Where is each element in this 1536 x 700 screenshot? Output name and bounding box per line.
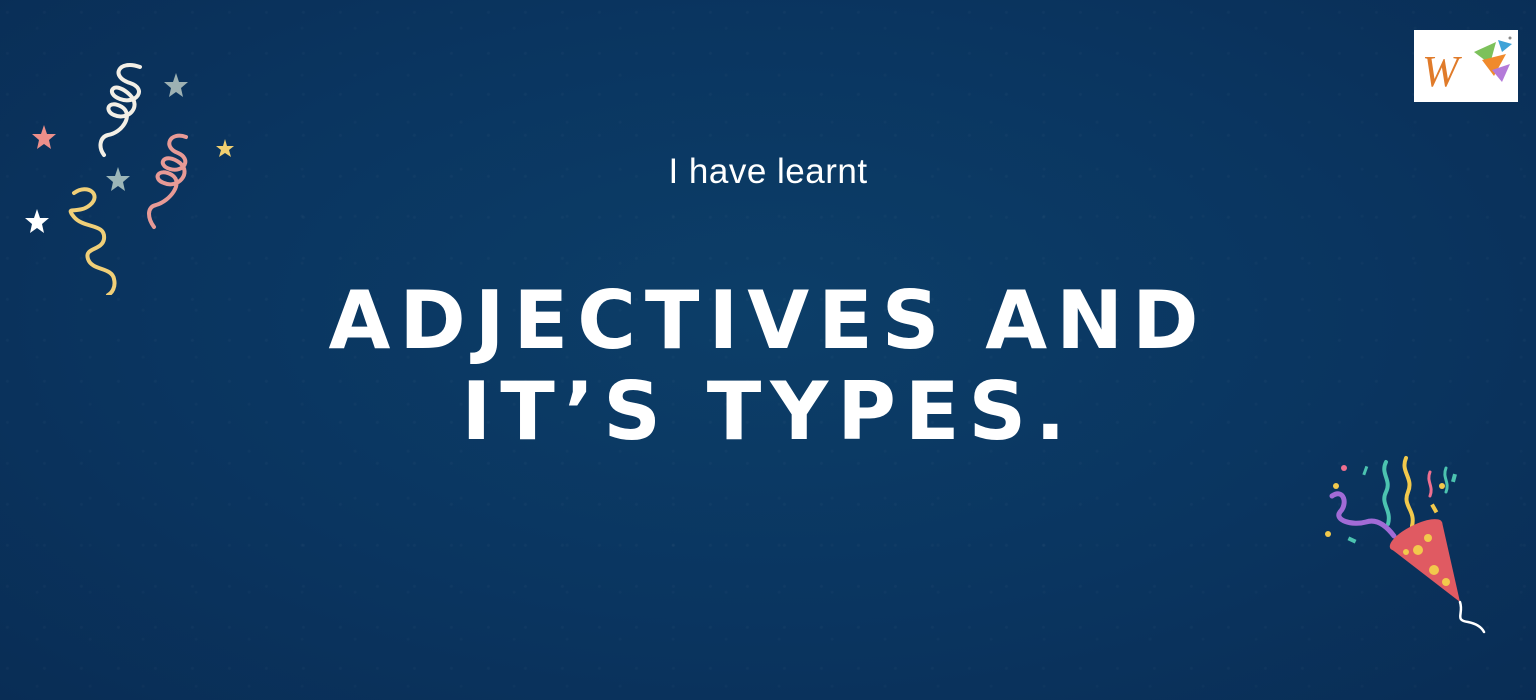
title-line-2: IT’S TYPES. bbox=[461, 365, 1075, 458]
star-pink bbox=[32, 125, 56, 149]
party-popper-decoration bbox=[1322, 452, 1502, 647]
page-title: ADJECTIVES AND IT’S TYPES. bbox=[0, 275, 1536, 457]
title-line-1: ADJECTIVES AND bbox=[328, 274, 1208, 367]
logo-flag-blue bbox=[1498, 40, 1512, 52]
slide-canvas: I have learnt ADJECTIVES AND IT’S TYPES.… bbox=[0, 0, 1536, 700]
party-popper-icon bbox=[1325, 456, 1486, 634]
brand-logo: W bbox=[1414, 30, 1518, 102]
star-white bbox=[25, 209, 49, 233]
star-gray bbox=[164, 73, 188, 97]
logo-letter: W bbox=[1422, 47, 1462, 96]
subtitle: I have learnt bbox=[668, 152, 868, 191]
